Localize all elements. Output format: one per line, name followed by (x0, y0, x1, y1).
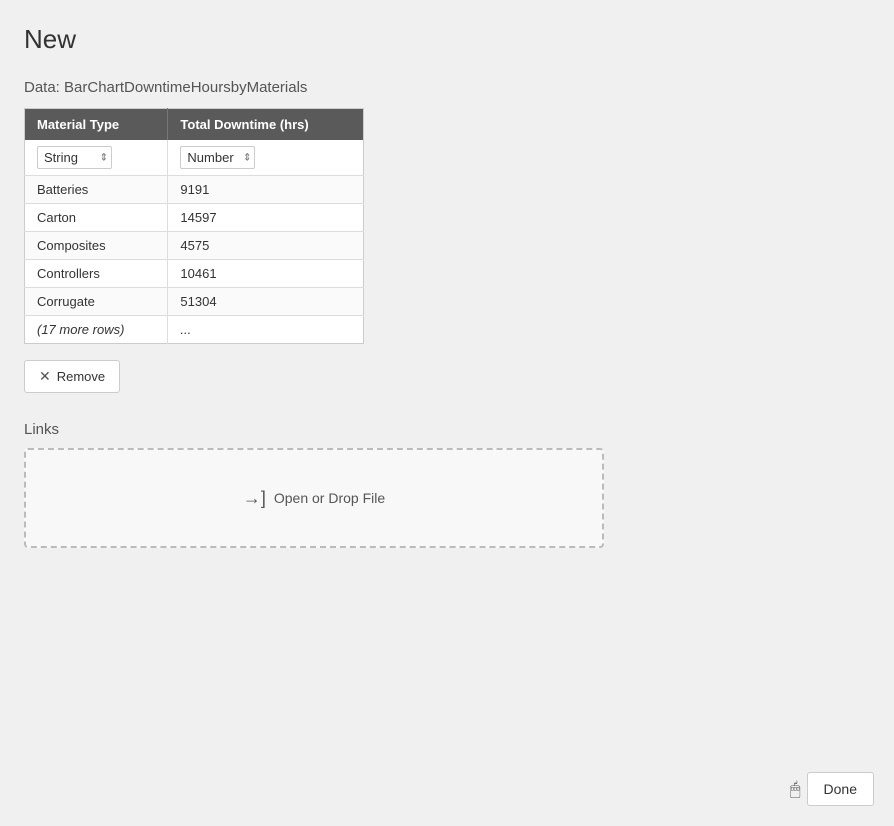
downtime-cell: 9191 (168, 176, 364, 204)
material-type-cell: String Number Date (25, 140, 168, 176)
x-icon: ✕ (39, 368, 51, 385)
col-header-downtime: Total Downtime (hrs) (168, 109, 364, 141)
material-cell: Composites (25, 232, 168, 260)
downtime-cell: 4575 (168, 232, 364, 260)
table-row: Batteries 9191 (25, 176, 364, 204)
table-row-more: (17 more rows) ... (25, 316, 364, 344)
done-button[interactable]: Done (807, 772, 874, 806)
links-label: Links (24, 421, 870, 438)
table-row: Corrugate 51304 (25, 288, 364, 316)
col-header-material-type: Material Type (25, 109, 168, 141)
downtime-type-cell: Number String Date (168, 140, 364, 176)
material-type-select[interactable]: String Number Date (37, 146, 112, 169)
table-header-row: Material Type Total Downtime (hrs) (25, 109, 364, 141)
downtime-cell: 14597 (168, 204, 364, 232)
open-file-icon: →] (243, 488, 266, 509)
page-container: New Data: BarChartDowntimeHoursbyMateria… (0, 0, 894, 572)
material-cell: Corrugate (25, 288, 168, 316)
material-cell: Controllers (25, 260, 168, 288)
number-select-wrapper[interactable]: Number String Date (180, 146, 255, 169)
data-label: Data: BarChartDowntimeHoursbyMaterials (24, 79, 870, 96)
table-row: Controllers 10461 (25, 260, 364, 288)
table-row: Composites 4575 (25, 232, 364, 260)
remove-button[interactable]: ✕ Remove (24, 360, 120, 393)
material-cell: Carton (25, 204, 168, 232)
type-selector-row: String Number Date Number String Date (25, 140, 364, 176)
done-btn-container: 🖱 Done (790, 772, 874, 806)
cursor-icon: 🖱 (790, 779, 801, 800)
remove-label: Remove (57, 369, 105, 384)
page-title: New (24, 24, 870, 55)
downtime-cell: 10461 (168, 260, 364, 288)
more-rows-cell: (17 more rows) (25, 316, 168, 344)
string-select-wrapper[interactable]: String Number Date (37, 146, 112, 169)
table-row: Carton 14597 (25, 204, 364, 232)
data-table: Material Type Total Downtime (hrs) Strin… (24, 108, 364, 344)
downtime-type-select[interactable]: Number String Date (180, 146, 255, 169)
ellipsis-cell: ... (168, 316, 364, 344)
done-label: Done (824, 781, 857, 797)
material-cell: Batteries (25, 176, 168, 204)
downtime-cell: 51304 (168, 288, 364, 316)
drop-zone-content: →] Open or Drop File (243, 488, 385, 509)
drop-zone-text: Open or Drop File (274, 490, 385, 506)
drop-zone[interactable]: →] Open or Drop File (24, 448, 604, 548)
